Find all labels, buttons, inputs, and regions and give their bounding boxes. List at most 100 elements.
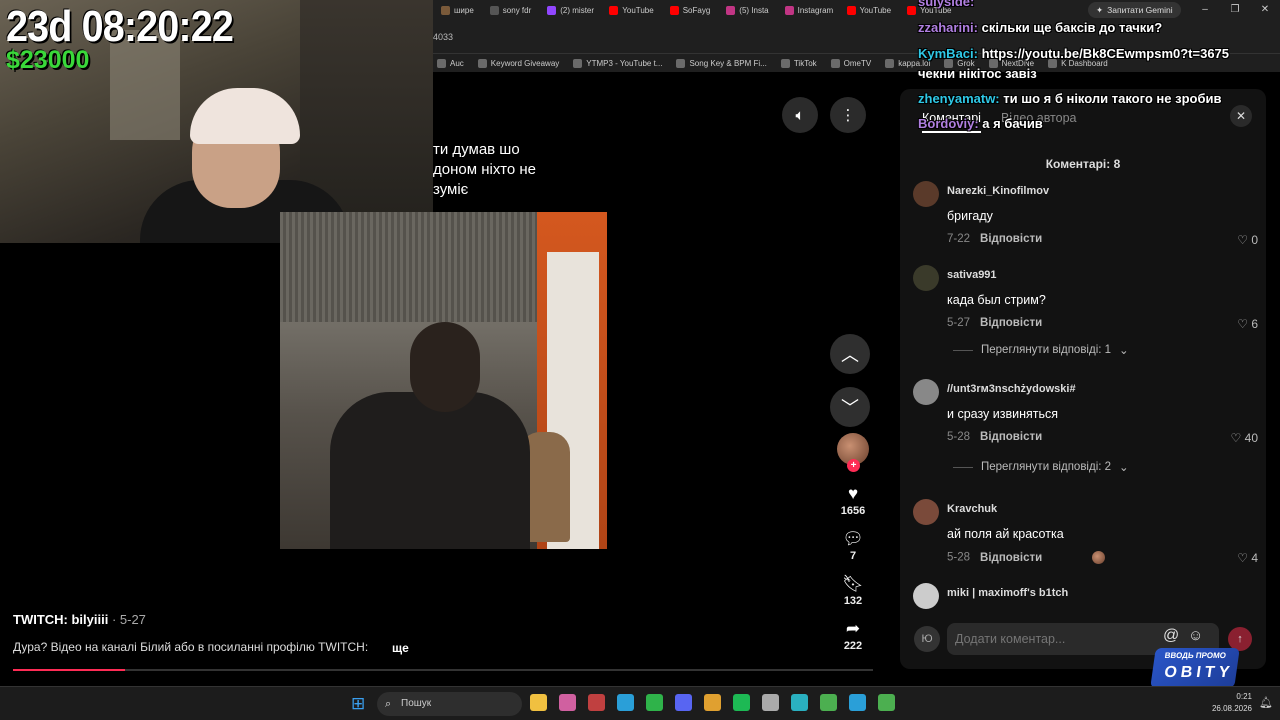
my-avatar: Ю — [914, 626, 940, 652]
bookmark-label: TikTok — [793, 58, 817, 68]
chevron-up-icon: ︿ — [841, 345, 859, 365]
share-count: 222 — [843, 640, 863, 652]
follow-plus-icon[interactable]: + — [847, 459, 860, 472]
comment-meta: 5-28 Відповісти — [947, 431, 1042, 443]
reply-button[interactable]: Відповісти — [980, 431, 1042, 443]
commenter-avatar[interactable] — [913, 265, 939, 291]
bookmark-item[interactable]: Keyword Giveaway — [477, 58, 559, 68]
browser-tab[interactable]: Instagram — [777, 0, 839, 20]
bookmark-item[interactable]: YTMP3 - YouTube t... — [573, 58, 662, 68]
reply-button[interactable]: Відповісти — [980, 552, 1042, 564]
taskbar-app-icon[interactable] — [530, 694, 547, 711]
close-panel-button[interactable]: ✕ — [1230, 105, 1252, 127]
more-button[interactable]: ще — [392, 641, 409, 655]
video-progress-bar[interactable] — [13, 669, 873, 671]
comment-like-count: 4 — [1251, 551, 1258, 565]
chevron-down-icon: ⌄ — [1119, 345, 1129, 357]
chat-username: Bordoviy: — [918, 116, 979, 131]
browser-tab[interactable]: (2) mister — [539, 0, 601, 20]
reply-button[interactable]: Відповісти — [980, 317, 1042, 329]
author-liked-avatar — [1092, 551, 1106, 564]
reply-button[interactable]: Відповісти — [980, 233, 1042, 245]
chat-message: Bordoviy: а я бачив — [918, 116, 1043, 131]
tab-label: шире — [454, 5, 474, 15]
commenter-avatar[interactable] — [913, 181, 939, 207]
taskbar-app-icon[interactable] — [588, 694, 605, 711]
browser-tab[interactable]: шире — [433, 0, 482, 20]
commenter-avatar[interactable] — [913, 499, 939, 525]
view-replies-button[interactable]: Переглянути відповіді: 1 ⌄ — [953, 343, 1129, 357]
next-video-button[interactable]: ﹀ — [830, 387, 870, 427]
volume-button[interactable]: 🔈︎ — [782, 97, 818, 133]
bookmark-item[interactable]: TikTok — [780, 58, 817, 68]
commenter-name[interactable]: Kravchuk — [947, 503, 997, 515]
browser-tab[interactable]: YouTube — [839, 0, 899, 20]
bookmark-favicon-icon — [573, 58, 583, 68]
bookmark-item[interactable]: Song Key & BPM Fi... — [676, 58, 767, 68]
more-options-button[interactable]: ⋮ — [830, 97, 866, 133]
comment-date: 5-28 — [947, 431, 971, 443]
share-action[interactable]: ➦ 222 — [836, 619, 870, 652]
browser-tab[interactable]: sony fdr — [482, 0, 539, 20]
browser-tab[interactable]: SoFayg — [662, 0, 719, 20]
taskbar-app-icon[interactable] — [704, 694, 721, 711]
browser-tab[interactable]: (5) Insta — [718, 0, 776, 20]
commenter-avatar[interactable] — [913, 583, 939, 609]
minimize-icon[interactable]: – — [1190, 0, 1220, 20]
previous-video-button[interactable]: ︿ — [830, 334, 870, 374]
save-action[interactable]: 🔖︎ 132 — [836, 574, 870, 607]
ask-gemini-button[interactable]: ✦ Запитати Gemini — [1088, 2, 1181, 18]
speaker-icon: 🔈︎ — [795, 106, 805, 124]
video-date: · 5-27 — [111, 612, 146, 627]
comment-like-button[interactable]: ♡ 6 — [1237, 317, 1258, 331]
system-clock[interactable]: 0:21 26.08.2026 — [1206, 691, 1252, 715]
comment-action[interactable]: 💬︎ 7 — [836, 529, 870, 562]
comment-text: и сразу извиняться — [947, 407, 1059, 421]
window-controls: – ❐ ✕ — [1190, 0, 1280, 20]
commenter-name[interactable]: sativa991 — [947, 269, 997, 281]
comment-like-button[interactable]: ♡ 0 — [1237, 233, 1258, 247]
url-text: 4033 — [433, 31, 454, 42]
bookmark-item[interactable]: OmeTV — [830, 58, 872, 68]
taskbar-search[interactable]: ⌕ Пошук — [377, 692, 522, 716]
video-caption: ти думав шо доном ніхто не зуміє — [433, 141, 536, 198]
taskbar-app-icon[interactable] — [617, 694, 634, 711]
commenter-avatar[interactable] — [913, 379, 939, 405]
taskbar-app-icon[interactable] — [849, 694, 866, 711]
bookmark-favicon-icon — [437, 58, 446, 68]
maximize-icon[interactable]: ❐ — [1220, 0, 1250, 20]
taskbar-app-icon[interactable] — [559, 694, 576, 711]
arrow-up-icon: ↑ — [1237, 633, 1243, 645]
bookmark-item[interactable]: Auc — [437, 58, 464, 68]
video-author[interactable]: TWITCH: bilyiiii · 5-27 — [13, 612, 146, 627]
taskbar-app-icon[interactable] — [791, 694, 808, 711]
commenter-name[interactable]: //unt3rм3nschżydowski# — [947, 383, 1076, 395]
webcam-feed: 23d 08:20:22 $23000 — [0, 0, 433, 243]
like-action[interactable]: ♥ 1656 — [836, 484, 870, 517]
commenter-name[interactable]: miki | maximoff's b1tch — [947, 587, 1068, 599]
notification-icon[interactable]: 🔔︎ — [1259, 696, 1273, 709]
video-player[interactable] — [280, 212, 607, 549]
close-window-icon[interactable]: ✕ — [1250, 0, 1280, 20]
comment-like-button[interactable]: ♡ 40 — [1231, 431, 1258, 445]
emoji-icon[interactable]: ☺ — [1188, 627, 1203, 644]
windows-start-icon[interactable]: ⊞ — [351, 694, 365, 714]
chat-message: zzaharini: скільки ще баксів до тачки? — [918, 20, 1162, 35]
chat-message: zhenyamatw: ти шо я б ніколи такого не з… — [918, 91, 1221, 106]
heart-outline-icon: ♡ — [1230, 431, 1242, 445]
taskbar-app-icon[interactable] — [733, 694, 750, 711]
taskbar-app-icon[interactable] — [878, 694, 895, 711]
taskbar-app-icon[interactable] — [675, 694, 692, 711]
bookmark-label: OmeTV — [843, 58, 872, 68]
commenter-name[interactable]: Narezki_Kinofilmov — [947, 185, 1049, 197]
heart-outline-icon: ♡ — [1237, 317, 1248, 331]
browser-tab[interactable]: YouTube — [601, 0, 661, 20]
save-count: 132 — [843, 595, 863, 607]
comment-like-button[interactable]: ♡ 4 — [1237, 551, 1258, 565]
taskbar-app-icon[interactable] — [820, 694, 837, 711]
taskbar-app-icon[interactable] — [762, 694, 779, 711]
mention-icon[interactable]: @ — [1163, 627, 1179, 645]
taskbar-app-icon[interactable] — [646, 694, 663, 711]
view-replies-button[interactable]: Переглянути відповіді: 2 ⌄ — [953, 460, 1129, 474]
promo-badge: ВВОДЬ ПРОМО OBITY — [1150, 648, 1240, 688]
